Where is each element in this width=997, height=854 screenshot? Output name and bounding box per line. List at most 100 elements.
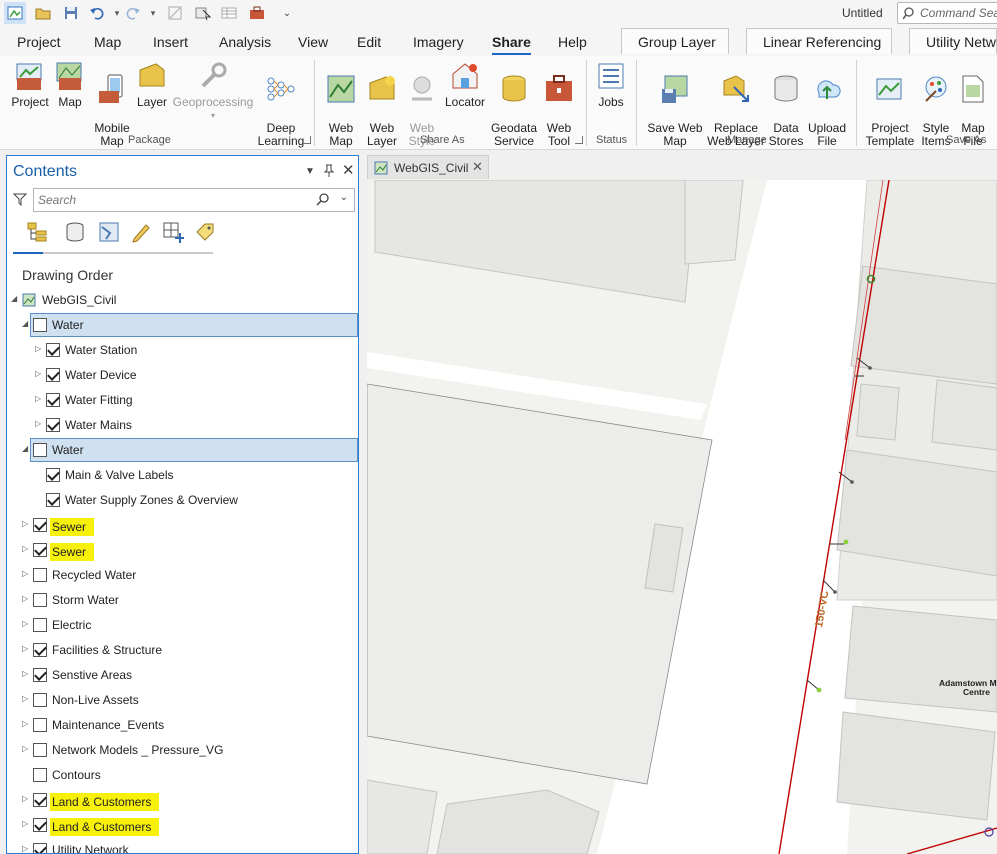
redo-icon[interactable]: [124, 4, 142, 22]
layer-item[interactable]: ▷ Maintenance_Events: [7, 713, 358, 737]
context-tab-group-layer[interactable]: Group Layer: [621, 28, 729, 54]
tab-view[interactable]: View: [298, 34, 328, 50]
layer-visibility-checkbox[interactable]: [33, 718, 47, 732]
layer-visibility-checkbox[interactable]: [33, 518, 47, 532]
save-icon[interactable]: [62, 4, 80, 22]
layer-visibility-checkbox[interactable]: [33, 793, 47, 807]
layer-item[interactable]: Main & Valve Labels: [7, 463, 358, 487]
layer-visibility-checkbox[interactable]: [46, 493, 60, 507]
list-by-selection-icon[interactable]: [97, 220, 121, 244]
toolbox-icon[interactable]: [248, 4, 266, 22]
layer-item[interactable]: ▷ Sewer: [7, 538, 358, 562]
expand-icon[interactable]: ▷: [22, 570, 30, 578]
layer-visibility-checkbox[interactable]: [46, 343, 60, 357]
layer-item[interactable]: ▷ Water Station: [7, 338, 358, 362]
app-icon[interactable]: [4, 2, 26, 24]
layer-visibility-checkbox[interactable]: [46, 418, 60, 432]
context-tab-utility-network[interactable]: Utility Network: [909, 28, 997, 54]
layer-item[interactable]: ▷ Network Models _ Pressure_VG: [7, 738, 358, 762]
filter-icon[interactable]: [12, 192, 28, 209]
layer-item[interactable]: ▷ Land & Customers: [7, 813, 358, 837]
expand-icon[interactable]: ▷: [35, 370, 43, 378]
status-jobs-button[interactable]: Jobs: [594, 60, 628, 109]
layer-visibility-checkbox[interactable]: [33, 593, 47, 607]
expand-icon[interactable]: ▷: [22, 695, 30, 703]
open-project-icon[interactable]: [34, 4, 52, 22]
clear-selection-icon[interactable]: [166, 4, 184, 22]
expand-icon[interactable]: ▷: [22, 545, 30, 553]
layer-visibility-checkbox[interactable]: [46, 393, 60, 407]
layer-visibility-checkbox[interactable]: [33, 768, 47, 782]
list-by-editing-icon[interactable]: [129, 220, 153, 244]
layer-visibility-checkbox[interactable]: [33, 668, 47, 682]
layer-visibility-checkbox[interactable]: [46, 368, 60, 382]
tab-edit[interactable]: Edit: [357, 34, 381, 50]
select-by-attributes-icon[interactable]: [194, 4, 212, 22]
manage-save-web-map-button[interactable]: Save Web Map: [646, 60, 704, 148]
layer-visibility-checkbox[interactable]: [33, 543, 47, 557]
layer-visibility-checkbox[interactable]: [46, 468, 60, 482]
close-pane-icon[interactable]: ✕: [342, 161, 355, 179]
layer-visibility-checkbox[interactable]: [33, 743, 47, 757]
expand-icon[interactable]: ▷: [35, 395, 43, 403]
tab-insert[interactable]: Insert: [153, 34, 188, 50]
search-icon[interactable]: [316, 193, 330, 210]
layer-item[interactable]: ▷ Facilities & Structure: [7, 638, 358, 662]
expand-icon[interactable]: ▷: [22, 645, 30, 653]
layer-visibility-checkbox[interactable]: [33, 443, 47, 457]
share-web-map-button[interactable]: Web Map: [322, 60, 360, 148]
map-canvas[interactable]: 150-VC Adamstown Me Centre: [367, 180, 997, 854]
list-by-drawing-order-icon[interactable]: [25, 220, 49, 244]
expand-icon[interactable]: ▷: [22, 820, 30, 828]
tab-map[interactable]: Map: [94, 34, 121, 50]
attribute-table-icon[interactable]: [220, 4, 238, 22]
expand-icon[interactable]: ▷: [22, 720, 30, 728]
share-as-launcher-icon[interactable]: [575, 136, 583, 144]
list-by-snapping-icon[interactable]: [161, 220, 185, 244]
expand-icon[interactable]: ▷: [22, 845, 30, 853]
layer-item[interactable]: ▷ Water Fitting: [7, 388, 358, 412]
layer-visibility-checkbox[interactable]: [33, 843, 47, 853]
redo-dropdown-icon[interactable]: ▾: [144, 4, 162, 22]
layer-item[interactable]: ▷ Non-Live Assets: [7, 688, 358, 712]
manage-data-stores-button[interactable]: Data Stores: [768, 60, 804, 148]
tab-imagery[interactable]: Imagery: [413, 34, 464, 50]
map-view-tab[interactable]: WebGIS_Civil ✕: [367, 155, 489, 179]
search-options-chevron-icon[interactable]: ⌄: [340, 192, 348, 203]
pane-options-icon[interactable]: ▼: [305, 166, 315, 177]
package-deep-learning-button[interactable]: Deep Learning: [256, 60, 306, 148]
context-tab-linear-referencing[interactable]: Linear Referencing: [746, 28, 892, 54]
package-geoprocessing-button[interactable]: Geoprocessing ▾: [172, 60, 254, 122]
collapse-icon[interactable]: ◢: [11, 295, 19, 303]
tab-project[interactable]: Project: [17, 34, 61, 50]
layer-visibility-checkbox[interactable]: [33, 818, 47, 832]
share-web-tool-button[interactable]: Web Tool: [540, 60, 578, 148]
expand-icon[interactable]: ▷: [22, 745, 30, 753]
layer-item[interactable]: Water Supply Zones & Overview: [7, 488, 358, 512]
layer-item[interactable]: ▷ Recycled Water: [7, 563, 358, 587]
expand-icon[interactable]: ▷: [22, 595, 30, 603]
map-item[interactable]: ◢ WebGIS_Civil: [7, 288, 358, 312]
command-search-input[interactable]: Command Search: [897, 2, 997, 24]
layer-visibility-checkbox[interactable]: [33, 618, 47, 632]
layer-item[interactable]: ▷ Sewer: [7, 513, 358, 537]
layer-visibility-checkbox[interactable]: [33, 643, 47, 657]
expand-icon[interactable]: ▷: [22, 520, 30, 528]
expand-icon[interactable]: ▷: [22, 795, 30, 803]
tab-share[interactable]: Share: [492, 34, 531, 55]
collapse-icon[interactable]: ◢: [22, 320, 30, 328]
package-project-button[interactable]: Project: [8, 60, 52, 109]
expand-icon[interactable]: ▷: [35, 420, 43, 428]
layer-item[interactable]: ▷ Land & Customers: [7, 788, 358, 812]
layer-visibility-checkbox[interactable]: [33, 693, 47, 707]
list-by-labeling-icon[interactable]: [193, 220, 217, 244]
close-map-tab-icon[interactable]: ✕: [472, 159, 483, 175]
layer-item[interactable]: ▷ Water Device: [7, 363, 358, 387]
manage-upload-file-button[interactable]: Upload File: [806, 60, 848, 148]
undo-icon[interactable]: [88, 4, 106, 22]
expand-icon[interactable]: ▷: [22, 620, 30, 628]
layer-item[interactable]: ◢ Water: [7, 438, 358, 462]
layer-item[interactable]: ▷ Storm Water: [7, 588, 358, 612]
layer-visibility-checkbox[interactable]: [33, 318, 47, 332]
layer-item[interactable]: Contours: [7, 763, 358, 787]
